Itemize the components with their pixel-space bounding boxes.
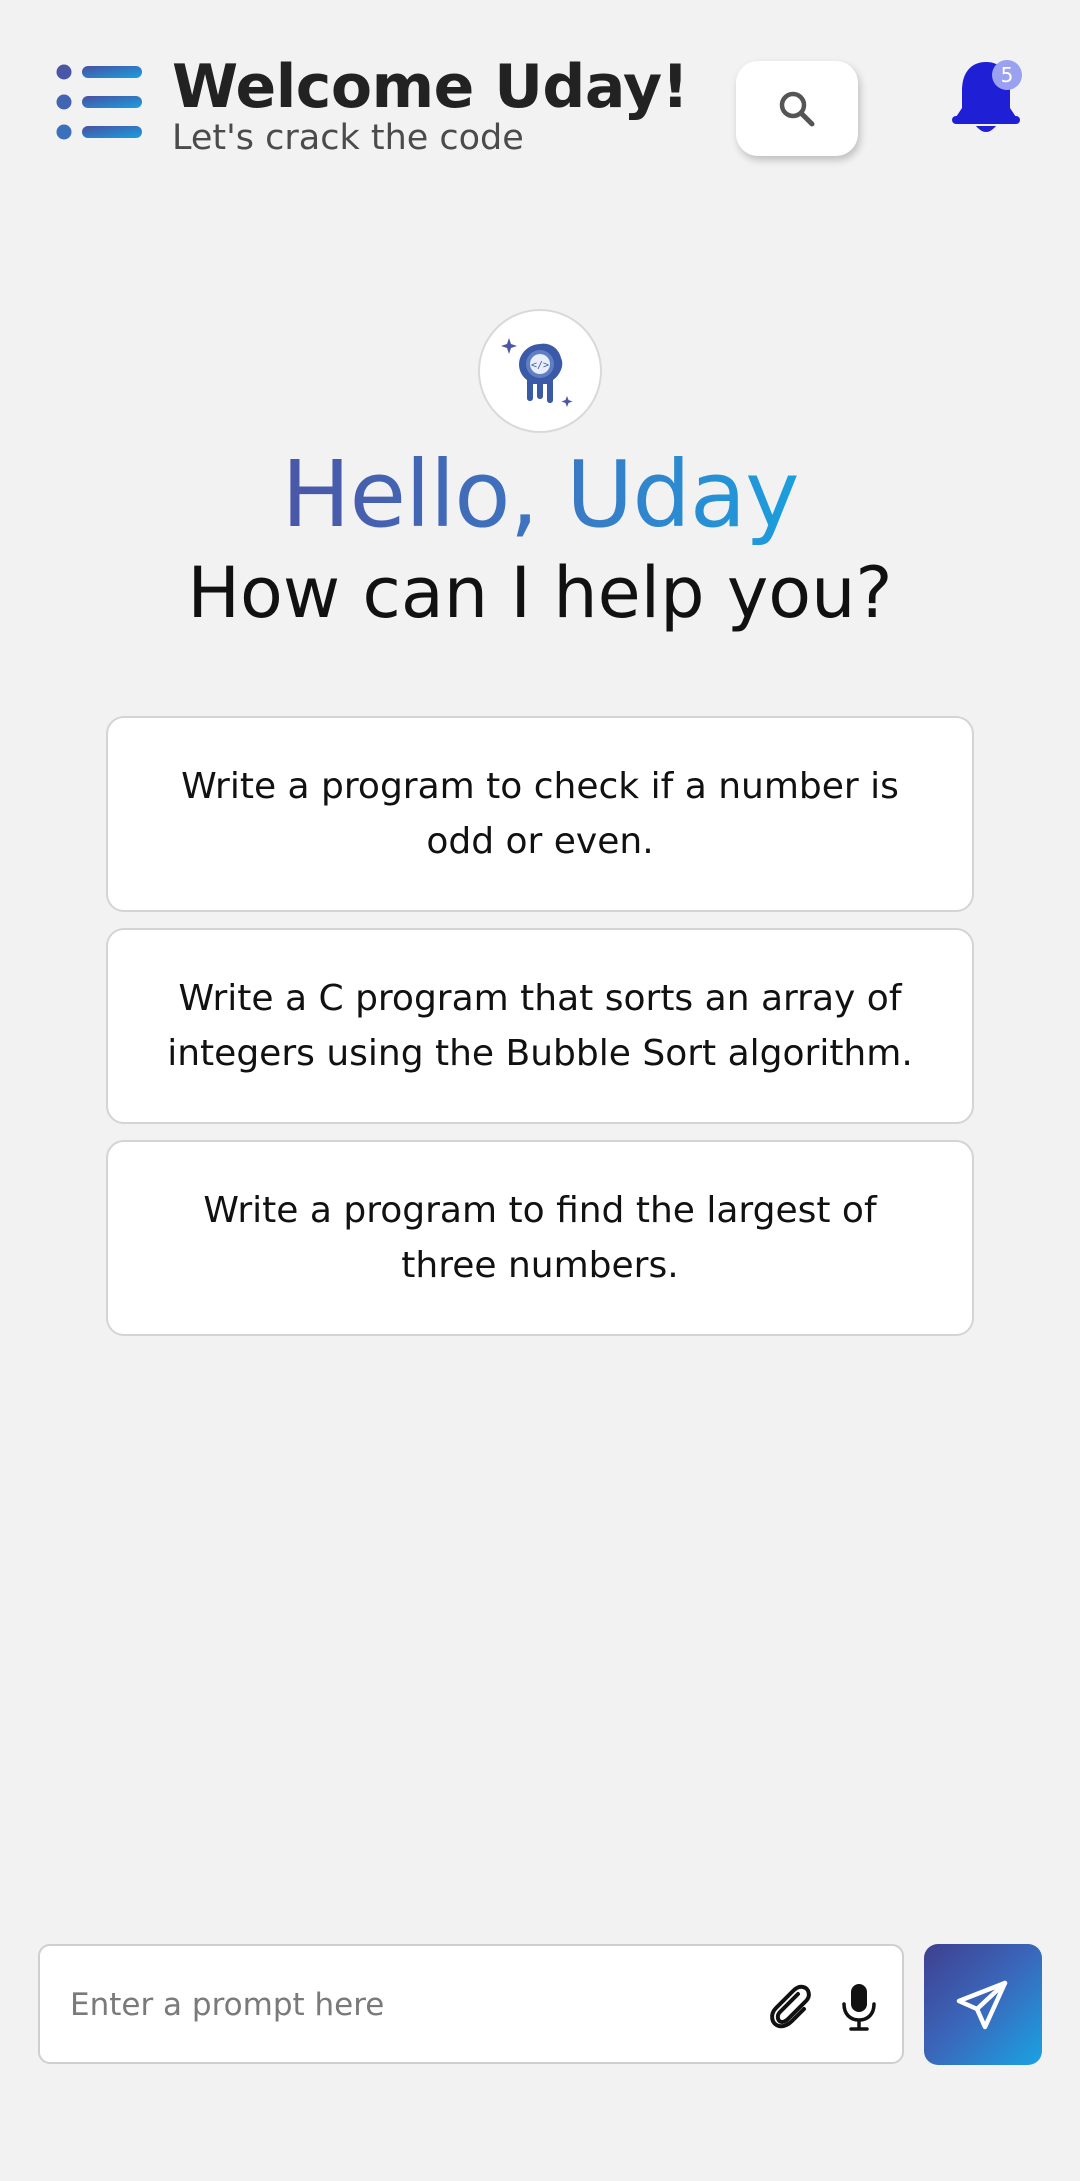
send-button[interactable]	[924, 1944, 1042, 2065]
search-button[interactable]	[736, 61, 858, 156]
menu-button[interactable]	[56, 64, 146, 140]
notifications-button[interactable]: 5	[950, 56, 1024, 140]
assistant-logo: </>	[478, 309, 602, 433]
greeting-question: How can I help you?	[187, 552, 893, 634]
code-badge-logo: </>	[501, 338, 573, 407]
paperclip-icon	[770, 1984, 811, 2029]
header-subtitle: Let's crack the code	[172, 118, 524, 158]
microphone-icon	[842, 1984, 876, 2031]
menu-icon	[56, 64, 142, 140]
suggestion-card[interactable]: Write a program to check if a number is …	[106, 716, 974, 912]
header-text: Welcome Uday! Let's crack the code	[172, 50, 689, 158]
prompt-input[interactable]	[70, 1976, 760, 2034]
search-icon	[779, 91, 815, 126]
greeting-hello: Hello, Uday	[0, 440, 1080, 550]
greeting-hello-text: Hello, Uday	[281, 441, 799, 548]
notification-badge: 5	[992, 60, 1022, 90]
suggestion-card[interactable]: Write a C program that sorts an array of…	[106, 928, 974, 1124]
attach-button[interactable]	[764, 1980, 816, 2032]
prompt-box	[38, 1944, 904, 2064]
app-root: Welcome Uday! Let's crack the code 5 </>…	[0, 0, 1080, 2181]
svg-text:</>: </>	[531, 360, 549, 371]
header-title: Welcome Uday!	[172, 52, 689, 122]
paper-plane-icon	[956, 1980, 1008, 2029]
suggestion-card[interactable]: Write a program to find the largest of t…	[106, 1140, 974, 1336]
microphone-button[interactable]	[834, 1980, 884, 2032]
